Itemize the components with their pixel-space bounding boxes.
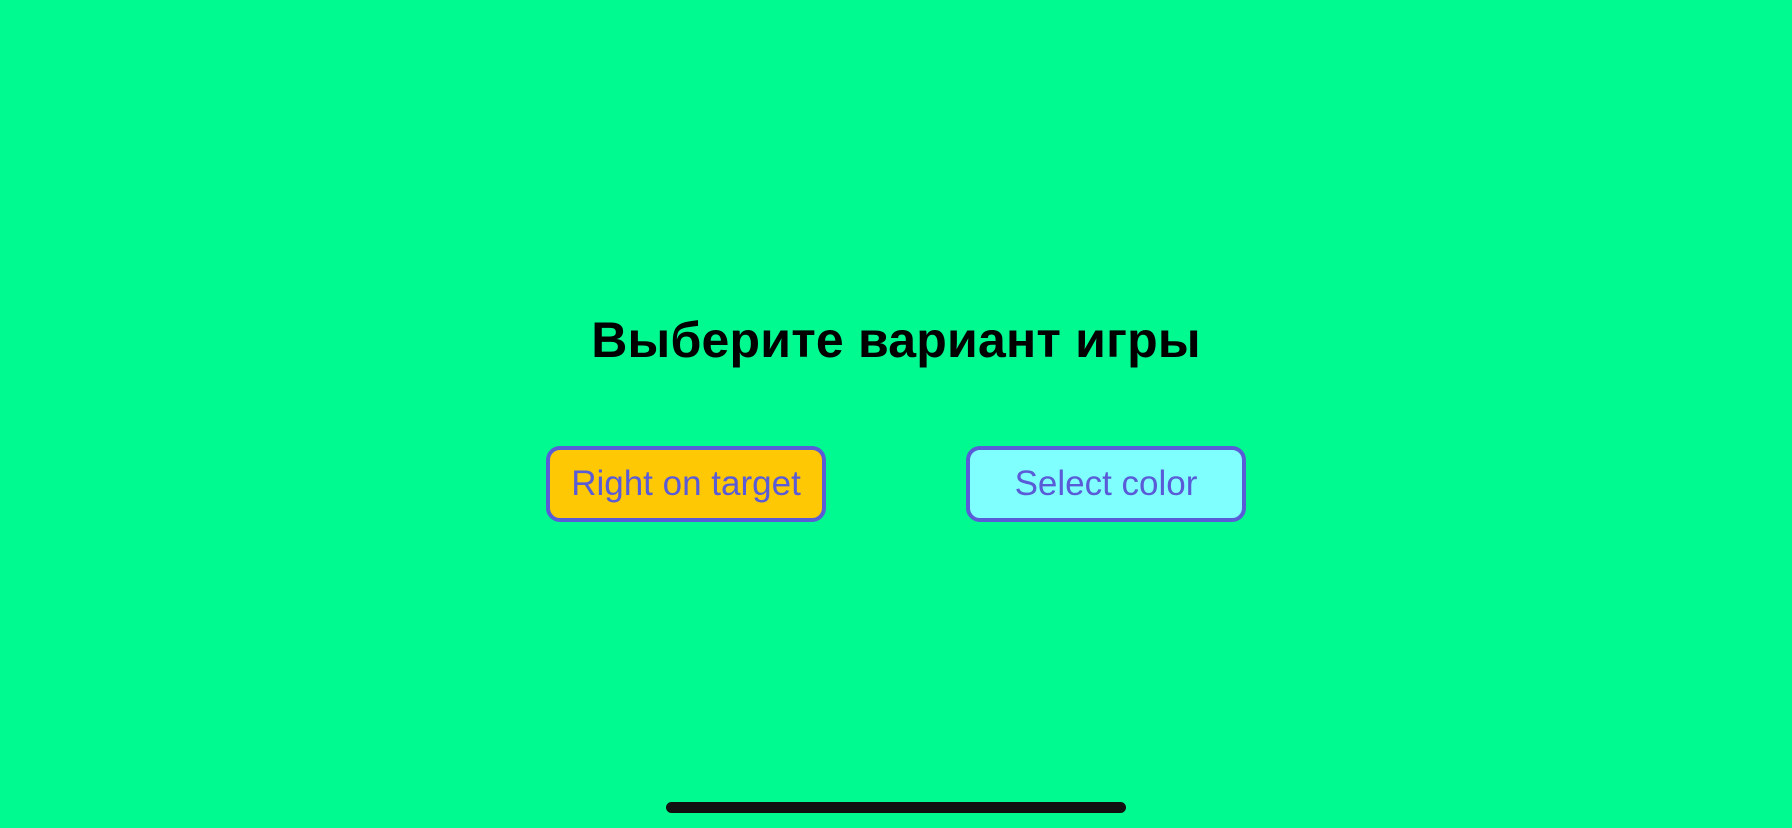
page-title: Выберите вариант игры [591,312,1201,368]
game-menu-screen: Выберите вариант игры Right on target Se… [0,0,1792,828]
right-on-target-button[interactable]: Right on target [546,446,826,522]
select-color-button[interactable]: Select color [966,446,1246,522]
right-on-target-label: Right on target [571,464,801,503]
home-indicator-icon[interactable] [666,802,1126,813]
select-color-label: Select color [1014,464,1198,503]
